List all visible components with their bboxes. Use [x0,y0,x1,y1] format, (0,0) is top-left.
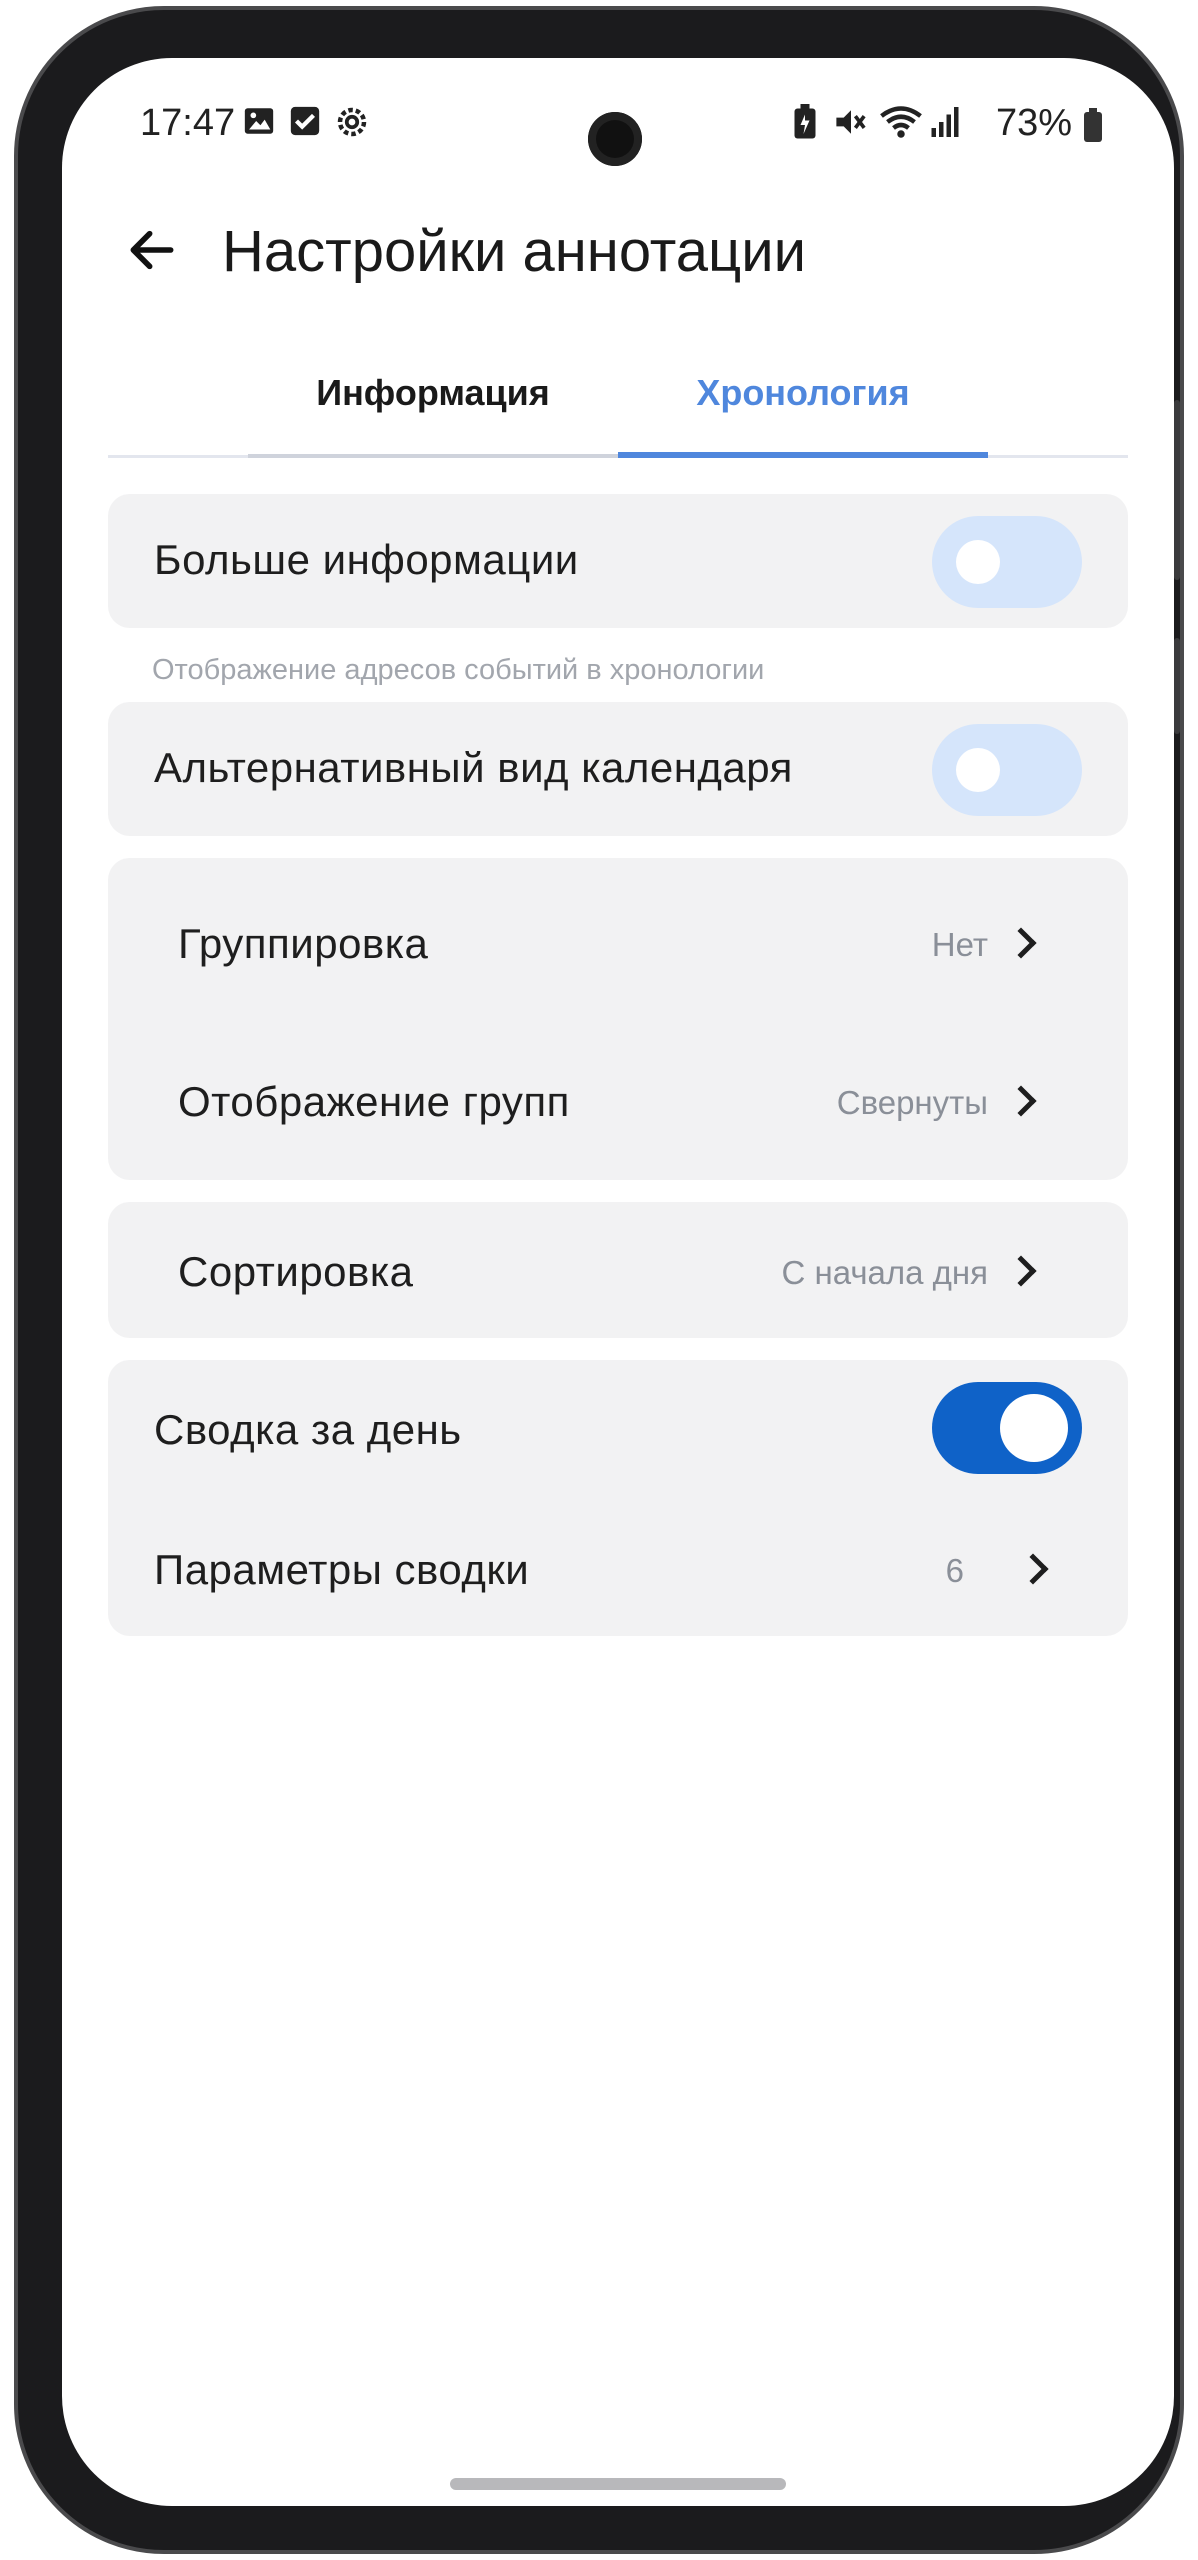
more-info-row[interactable]: Больше информации [108,494,1128,628]
mute-icon [832,104,870,149]
grouping-value: Нет [931,926,988,963]
phone-frame: 17:47 73% Настройки аннотации Информация… [14,6,1184,2554]
settings-icon [334,104,370,149]
arrow-left-icon [130,230,174,270]
status-time: 17:47 [140,102,236,144]
battery-saver-icon [790,104,820,149]
app-bar: Настройки аннотации [62,188,1174,308]
chevron-right-icon [1005,1085,1037,1117]
tab-chronology[interactable]: Хронология [618,348,988,458]
chevron-right-icon [1017,1553,1049,1585]
front-camera [588,112,642,166]
grouping-label: Группировка [178,920,429,967]
signal-icon [930,104,960,149]
daily-summary-toggle[interactable] [932,1382,1082,1474]
alt-calendar-row[interactable]: Альтернативный вид календаря [108,702,1128,836]
grouping-card: Группировка Нет Отображение групп Сверну… [108,858,1128,1180]
toggle-knob [956,748,1000,792]
alt-calendar-toggle[interactable] [932,724,1082,816]
image-icon [242,104,276,147]
toggle-knob [956,540,1000,584]
checkbox-icon [288,104,322,147]
daily-summary-row[interactable]: Сводка за день [108,1360,1128,1500]
summary-params-value: 6 [945,1552,964,1589]
summary-params-label: Параметры сводки [154,1546,530,1593]
battery-icon [1084,108,1102,142]
tab-information[interactable]: Информация [248,348,618,458]
page-title: Настройки аннотации [222,219,806,284]
wifi-icon [878,104,924,149]
more-info-label: Больше информации [154,536,579,583]
daily-summary-label: Сводка за день [154,1406,462,1453]
summary-card: Сводка за день Параметры сводки 6 [108,1360,1128,1636]
chevron-right-icon [1005,1255,1037,1287]
back-button[interactable] [112,210,192,290]
power-button [1174,638,1180,734]
group-display-row[interactable]: Отображение групп Свернуты [108,1018,1128,1178]
tab-bar: Информация Хронология [108,348,1128,458]
battery-percentage: 73% [995,102,1072,144]
grouping-row[interactable]: Группировка Нет [108,858,1128,1018]
chevron-right-icon [1005,927,1037,959]
toggle-knob [1000,1394,1068,1462]
more-info-toggle[interactable] [932,516,1082,608]
alt-calendar-label: Альтернативный вид календаря [154,744,793,791]
status-bar: 17:47 73% [62,82,1174,172]
sorting-label: Сортировка [178,1248,414,1295]
more-info-hint: Отображение адресов событий в хронологии [152,654,765,686]
home-indicator[interactable] [450,2478,786,2490]
group-display-label: Отображение групп [178,1078,570,1125]
screen: 17:47 73% Настройки аннотации Информация… [62,58,1174,2506]
summary-params-row[interactable]: Параметры сводки 6 [108,1500,1128,1636]
volume-button [1174,400,1180,580]
sorting-row[interactable]: Сортировка С начала дня [108,1202,1128,1338]
group-display-value: Свернуты [836,1084,988,1121]
sorting-value: С начала дня [781,1254,988,1291]
